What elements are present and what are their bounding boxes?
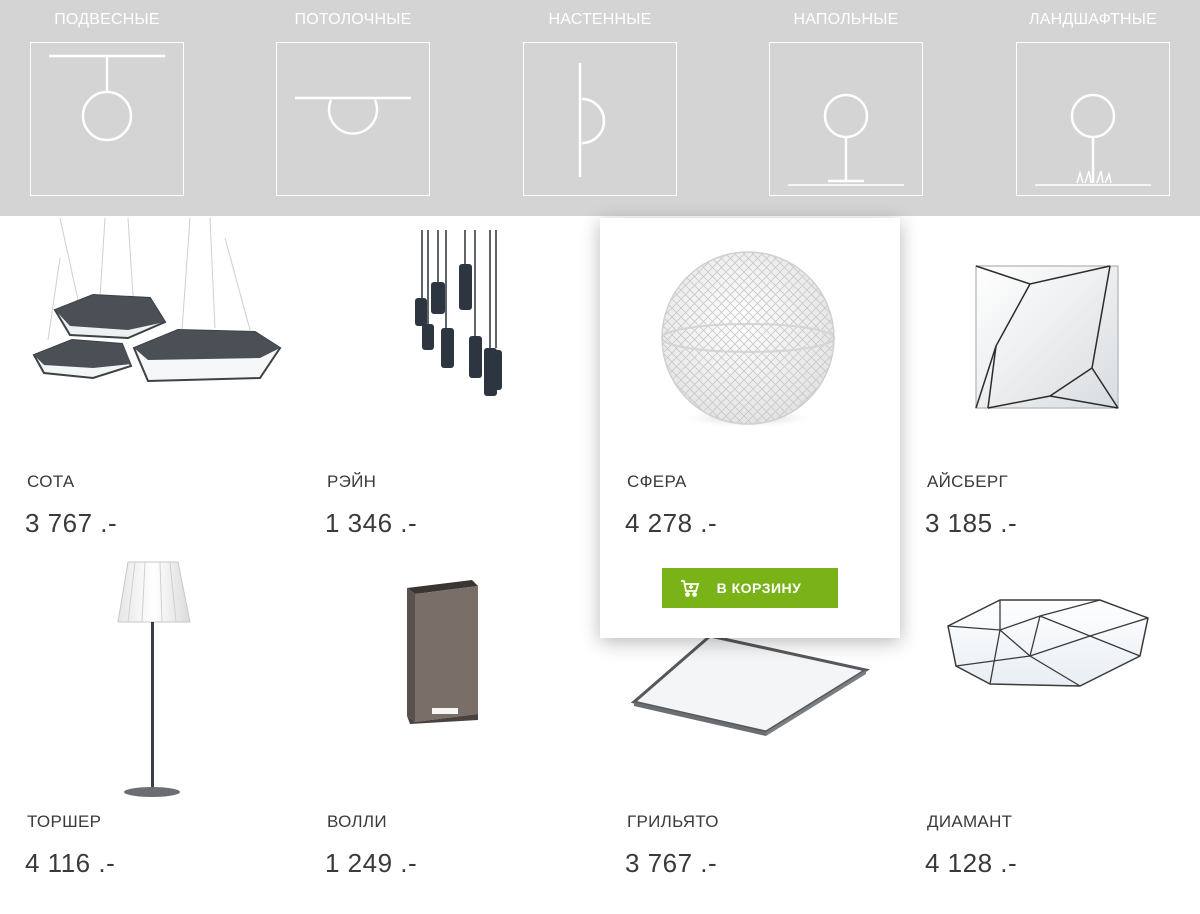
ceiling-lamp-icon xyxy=(276,42,430,196)
floor-lamp-image xyxy=(0,556,300,806)
product-name: РЭЙН xyxy=(327,472,377,491)
category-landscape[interactable]: ЛАНДШАФТНЫЕ xyxy=(1013,0,1173,216)
iceberg-ceiling-image xyxy=(900,218,1200,468)
diamond-ceiling-image xyxy=(900,556,1200,806)
product-card[interactable]: СОТА 3 767 .- xyxy=(0,218,300,556)
product-card-active[interactable]: СФЕРА 4 278 .- В КОРЗИНУ xyxy=(600,218,900,638)
product-card[interactable]: РЭЙН 1 346 .- xyxy=(300,218,600,556)
product-card[interactable]: АЙСБЕРГ 3 185 .- xyxy=(900,218,1200,556)
product-name: СОТА xyxy=(27,472,75,491)
product-price: 4 278 .- xyxy=(625,508,718,538)
product-price: 3 767 .- xyxy=(25,508,118,538)
product-name: ГРИЛЬЯТО xyxy=(627,812,719,831)
add-to-cart-button[interactable]: В КОРЗИНУ xyxy=(662,568,838,608)
category-ceiling[interactable]: ПОТОЛОЧНЫЕ xyxy=(273,0,433,216)
category-wall[interactable]: НАСТЕННЫЕ xyxy=(520,0,680,216)
product-price: 1 346 .- xyxy=(325,508,418,538)
hexagon-pendant-image xyxy=(0,218,300,468)
cart-icon xyxy=(680,578,700,598)
product-price: 3 767 .- xyxy=(625,848,718,878)
product-name: СФЕРА xyxy=(627,472,687,491)
category-label: ПОТОЛОЧНЫЕ xyxy=(294,11,412,28)
product-price: 3 185 .- xyxy=(925,508,1018,538)
product-price: 4 128 .- xyxy=(925,848,1018,878)
category-label: ПОДВЕСНЫЕ xyxy=(54,11,160,28)
product-name: ВОЛЛИ xyxy=(327,812,387,831)
wall-box-lamp-image xyxy=(300,556,600,806)
product-price: 4 116 .- xyxy=(25,848,116,878)
category-label: НАСТЕННЫЕ xyxy=(548,11,652,28)
product-card[interactable]: ТОРШЕР 4 116 .- xyxy=(0,556,300,894)
category-bar: ПОДВЕСНЫЕ ПОТОЛОЧНЫЕ НАСТЕННЫЕ НАПОЛЬНЫЕ… xyxy=(0,0,1200,216)
product-name: АЙСБЕРГ xyxy=(927,472,1008,491)
pendant-lamp-icon xyxy=(30,42,184,196)
product-card[interactable]: ДИАМАНТ 4 128 .- xyxy=(900,556,1200,894)
category-label: ЛАНДШАФТНЫЕ xyxy=(1029,11,1157,28)
category-floor[interactable]: НАПОЛЬНЫЕ xyxy=(766,0,926,216)
category-pendant[interactable]: ПОДВЕСНЫЕ xyxy=(27,0,187,216)
floor-lamp-icon xyxy=(769,42,923,196)
product-card[interactable]: ВОЛЛИ 1 249 .- xyxy=(300,556,600,894)
product-price: 1 249 .- xyxy=(325,848,418,878)
product-name: ДИАМАНТ xyxy=(927,812,1013,831)
sphere-lamp-image xyxy=(600,218,900,468)
landscape-lamp-icon xyxy=(1016,42,1170,196)
cylinder-pendant-image xyxy=(300,218,600,468)
product-name: ТОРШЕР xyxy=(27,812,102,831)
category-label: НАПОЛЬНЫЕ xyxy=(793,11,899,28)
add-to-cart-label: В КОРЗИНУ xyxy=(716,580,802,596)
wall-lamp-icon xyxy=(523,42,677,196)
